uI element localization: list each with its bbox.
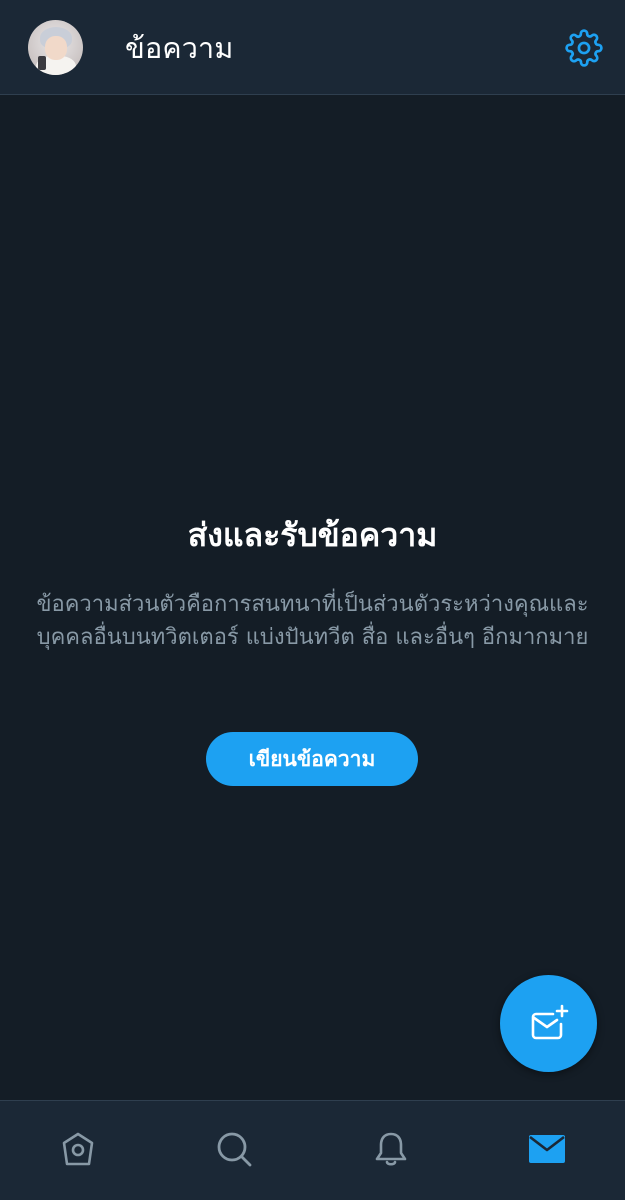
page-title: ข้อความ — [125, 31, 234, 65]
mail-icon[interactable] — [527, 1129, 567, 1169]
new-message-fab[interactable] — [500, 975, 597, 1072]
empty-state-description: ข้อความส่วนตัวคือการสนทนาที่เป็นส่วนตัวร… — [36, 592, 589, 650]
write-message-button[interactable]: เขียนข้อความ — [206, 732, 418, 786]
new-message-icon — [531, 1004, 569, 1040]
bell-icon[interactable] — [371, 1129, 411, 1169]
user-avatar[interactable] — [28, 20, 83, 75]
gear-icon[interactable] — [565, 29, 603, 67]
bottom-tab-bar — [0, 1100, 625, 1200]
home-icon[interactable] — [58, 1129, 98, 1169]
search-icon[interactable] — [214, 1129, 254, 1169]
empty-state-title: ส่งและรับข้อความ — [187, 516, 438, 554]
top-app-bar: ข้อความ — [0, 0, 625, 95]
